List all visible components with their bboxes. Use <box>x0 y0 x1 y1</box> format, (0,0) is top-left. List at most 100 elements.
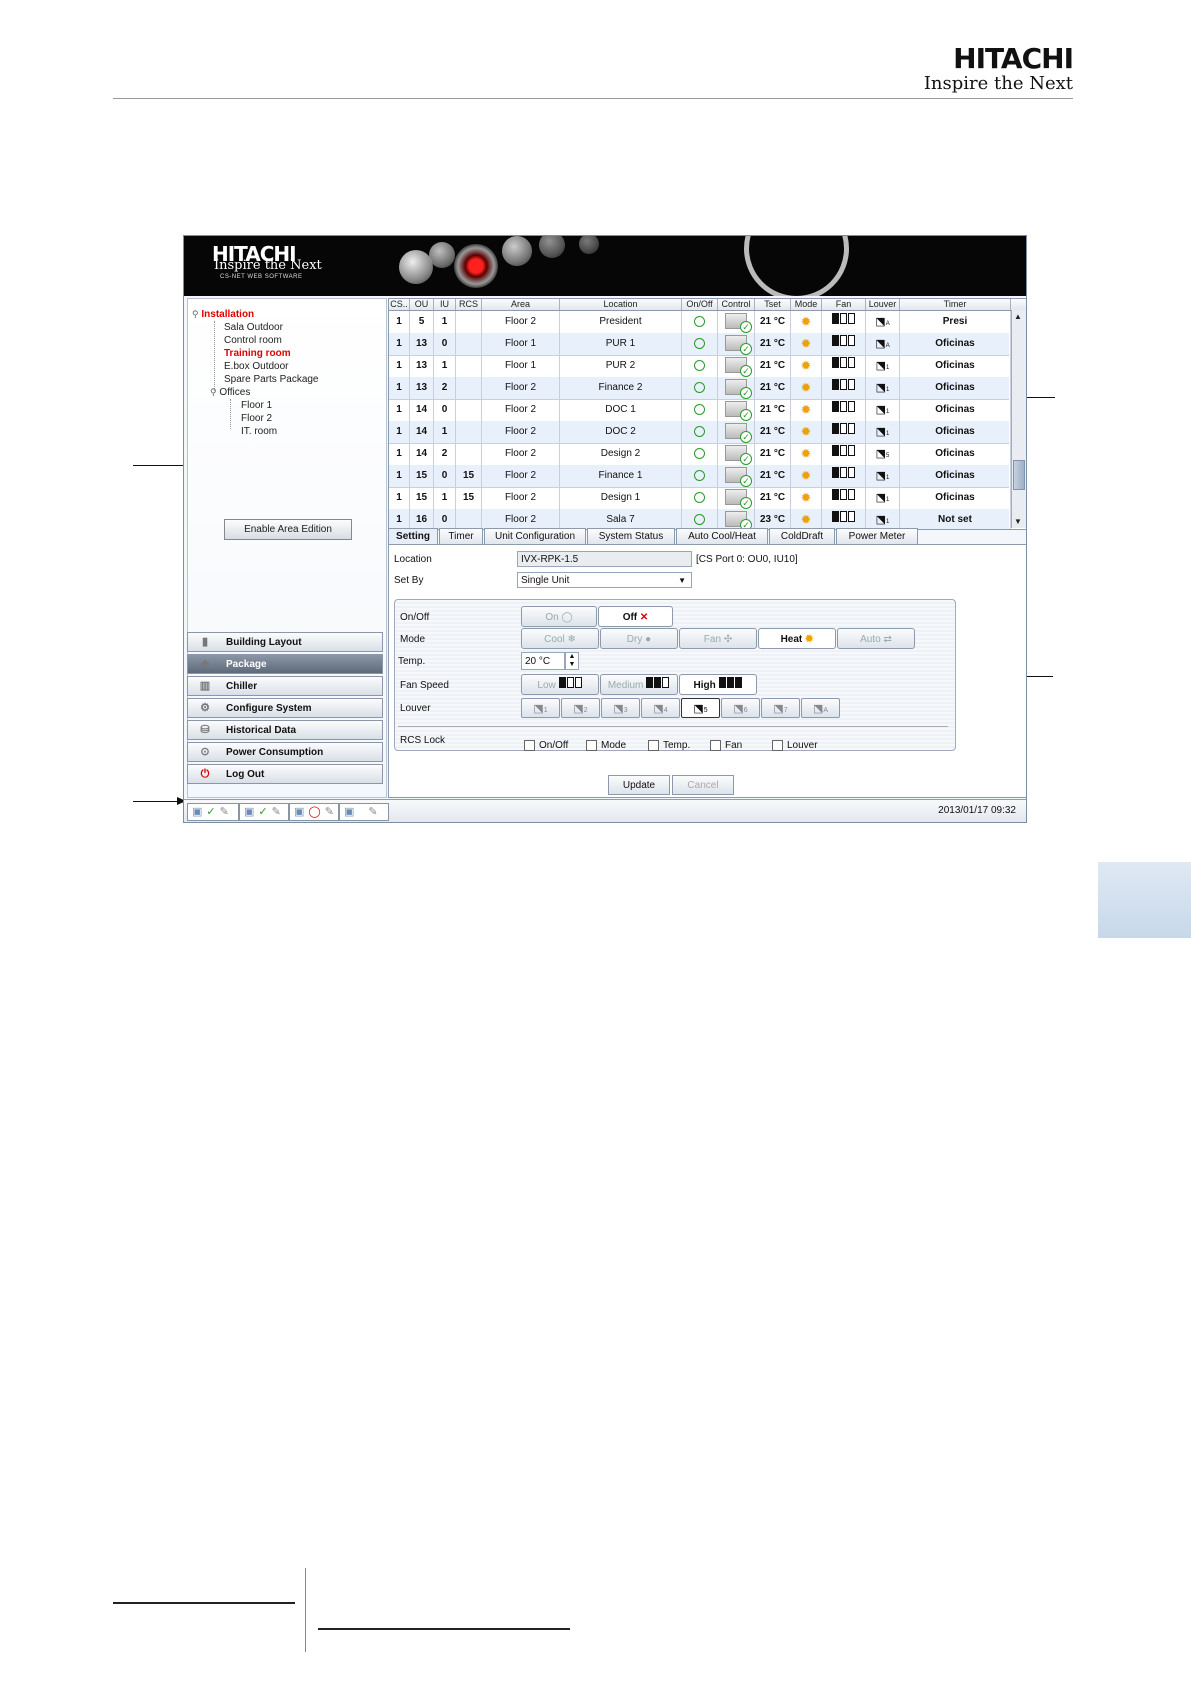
scroll-thumb[interactable] <box>1013 460 1025 490</box>
temp-stepper[interactable]: ▲ ▼ <box>565 652 579 670</box>
mode-cool-button[interactable]: Cool ❄ <box>521 628 599 649</box>
fan-high-button[interactable]: High <box>679 674 757 695</box>
cell-control[interactable] <box>718 311 755 334</box>
louver-position-button[interactable]: ⬔5 <box>681 698 720 718</box>
rcs-lock-temp-checkbox[interactable]: Temp. <box>648 740 690 751</box>
cancel-button[interactable]: Cancel <box>672 775 734 795</box>
status-group-alarm[interactable]: ▣ ◯ ✎ <box>289 803 339 821</box>
col-header[interactable]: OU <box>410 299 434 310</box>
col-header[interactable]: Tset <box>755 299 791 310</box>
col-header[interactable]: On/Off <box>682 299 718 310</box>
col-header[interactable]: CS.. <box>389 299 410 310</box>
mode-auto-button[interactable]: Auto ⇄ <box>837 628 915 649</box>
cell-onoff[interactable] <box>682 421 718 443</box>
col-header[interactable]: Location <box>560 299 682 310</box>
status-group-ok[interactable]: ▣ ✓ ✎ <box>239 803 289 821</box>
rcs-lock-louver-checkbox[interactable]: Louver <box>772 740 818 751</box>
table-row[interactable]: 115115Floor 2Design 121 °C✹⬔1Oficinas <box>389 487 1011 510</box>
cell-control[interactable] <box>718 377 755 400</box>
tree-group[interactable]: ⚲ Offices <box>210 387 250 398</box>
cell-onoff[interactable] <box>682 311 718 333</box>
cell-onoff[interactable] <box>682 333 718 355</box>
cell-onoff[interactable] <box>682 509 718 529</box>
tab-colddraft[interactable]: ColdDraft <box>769 528 835 544</box>
cell-onoff[interactable] <box>682 399 718 421</box>
rcs-lock-fan-checkbox[interactable]: Fan <box>710 740 742 751</box>
status-group-idle[interactable]: ▣ ✎ <box>339 803 389 821</box>
col-header[interactable]: Control <box>718 299 755 310</box>
table-row[interactable]: 1132Floor 2Finance 221 °C✹⬔1Oficinas <box>389 377 1011 400</box>
table-row[interactable]: 1130Floor 1PUR 121 °C✹⬔AOficinas <box>389 333 1011 356</box>
cell-control[interactable] <box>718 509 755 529</box>
status-group-ok[interactable]: ▣ ✓ ✎ <box>187 803 239 821</box>
cell-control[interactable] <box>718 333 755 356</box>
off-button[interactable]: Off ✕ <box>598 606 673 627</box>
chevron-down-icon[interactable]: ▼ <box>569 661 576 668</box>
louver-position-button[interactable]: ⬔4 <box>641 698 680 718</box>
col-header[interactable]: Mode <box>791 299 822 310</box>
table-row[interactable]: 1160Floor 2Sala 723 °C✹⬔1Not set <box>389 509 1011 529</box>
tree-item[interactable]: E.box Outdoor <box>224 361 288 372</box>
tab-timer[interactable]: Timer <box>439 528 483 544</box>
col-header[interactable]: Louver <box>866 299 900 310</box>
fan-low-button[interactable]: Low <box>521 674 599 695</box>
louver-position-button[interactable]: ⬔6 <box>721 698 760 718</box>
tab-power-meter[interactable]: Power Meter <box>836 528 918 544</box>
col-header[interactable]: Fan <box>822 299 866 310</box>
rcs-lock-mode-checkbox[interactable]: Mode <box>586 740 626 751</box>
col-header[interactable]: RCS <box>456 299 482 310</box>
tree-root[interactable]: ⚲ Installation <box>192 309 254 320</box>
tab-unit-configuration[interactable]: Unit Configuration <box>484 528 586 544</box>
nav-log-out[interactable]: ⏻ Log Out <box>187 764 383 784</box>
tab-system-status[interactable]: System Status <box>587 528 675 544</box>
col-header[interactable]: IU <box>434 299 456 310</box>
mode-heat-button[interactable]: Heat ✹ <box>758 628 836 649</box>
mode-dry-button[interactable]: Dry ● <box>600 628 678 649</box>
on-button[interactable]: On ◯ <box>521 606 597 627</box>
cell-onoff[interactable] <box>682 487 718 509</box>
nav-building-layout[interactable]: ▮ Building Layout <box>187 632 383 652</box>
table-scrollbar[interactable]: ▲ ▼ <box>1011 310 1026 528</box>
table-row[interactable]: 115015Floor 2Finance 121 °C✹⬔1Oficinas <box>389 465 1011 488</box>
cell-onoff[interactable] <box>682 355 718 377</box>
cell-onoff[interactable] <box>682 443 718 465</box>
chevron-up-icon[interactable]: ▲ <box>569 653 576 660</box>
col-header[interactable]: Area <box>482 299 560 310</box>
louver-position-button[interactable]: ⬔A <box>801 698 840 718</box>
fan-medium-button[interactable]: Medium <box>600 674 678 695</box>
scroll-down-icon[interactable]: ▼ <box>1014 517 1022 526</box>
nav-chiller[interactable]: ▥ Chiller <box>187 676 383 696</box>
table-row[interactable]: 1140Floor 2DOC 121 °C✹⬔1Oficinas <box>389 399 1011 422</box>
louver-position-button[interactable]: ⬔7 <box>761 698 800 718</box>
nav-historical-data[interactable]: ⛁ Historical Data <box>187 720 383 740</box>
table-row[interactable]: 1141Floor 2DOC 221 °C✹⬔1Oficinas <box>389 421 1011 444</box>
set-by-select[interactable]: Single Unit ▼ <box>517 572 692 588</box>
cell-control[interactable] <box>718 421 755 444</box>
tree-item[interactable]: Control room <box>224 335 282 346</box>
louver-position-button[interactable]: ⬔3 <box>601 698 640 718</box>
tree-item-selected[interactable]: Training room <box>224 348 291 359</box>
cell-control[interactable] <box>718 443 755 466</box>
table-row[interactable]: 151Floor 2President21 °C✹⬔APresi <box>389 311 1011 334</box>
cell-onoff[interactable] <box>682 377 718 399</box>
tree-subitem[interactable]: Floor 1 <box>241 400 272 411</box>
tab-setting[interactable]: Setting <box>388 528 438 544</box>
nav-package[interactable]: ◈ Package <box>187 654 383 674</box>
rcs-lock-onoff-checkbox[interactable]: On/Off <box>524 740 568 751</box>
table-row[interactable]: 1142Floor 2Design 221 °C✹⬔5Oficinas <box>389 443 1011 466</box>
enable-area-edition-button[interactable]: Enable Area Edition <box>224 519 352 540</box>
cell-control[interactable] <box>718 355 755 378</box>
tree-item[interactable]: Spare Parts Package <box>224 374 319 385</box>
louver-position-button[interactable]: ⬔1 <box>521 698 560 718</box>
mode-fan-button[interactable]: Fan ✣ <box>679 628 757 649</box>
cell-control[interactable] <box>718 399 755 422</box>
tree-subitem[interactable]: Floor 2 <box>241 413 272 424</box>
update-button[interactable]: Update <box>608 775 670 795</box>
cell-onoff[interactable] <box>682 465 718 487</box>
nav-power-consumption[interactable]: ⊙ Power Consumption <box>187 742 383 762</box>
cell-control[interactable] <box>718 465 755 488</box>
tab-auto-cool-heat[interactable]: Auto Cool/Heat <box>676 528 768 544</box>
nav-configure-system[interactable]: ⚙ Configure System <box>187 698 383 718</box>
tree-subitem[interactable]: IT. room <box>241 426 277 437</box>
temp-input[interactable]: 20 °C <box>521 652 565 670</box>
